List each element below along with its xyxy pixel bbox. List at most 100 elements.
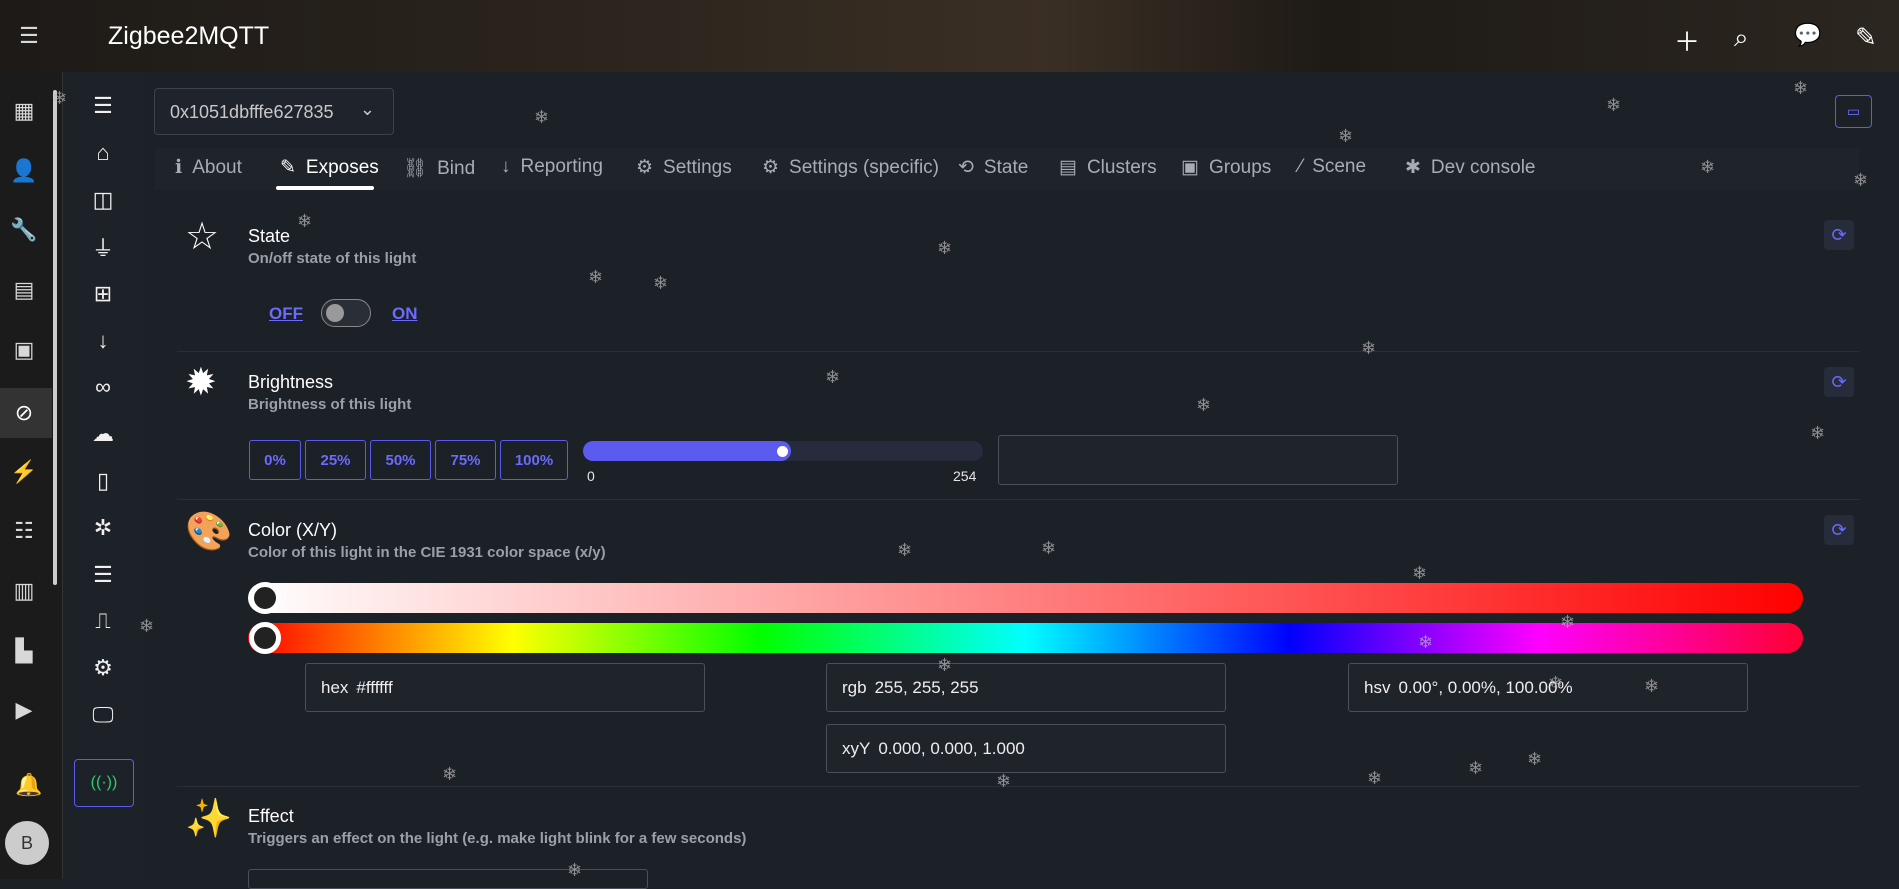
brightness-input[interactable] (998, 435, 1398, 485)
device-select[interactable]: 0x1051dbfffe627835 ⌄ (154, 88, 394, 135)
card-title: Brightness (248, 372, 334, 392)
snowflake-icon: ❄ (588, 267, 604, 287)
slider-max-label: 254 (953, 468, 977, 484)
tab-groups[interactable]: ▣ Groups (1181, 156, 1271, 179)
hacs-icon[interactable]: ▙ (10, 637, 38, 665)
person-icon[interactable]: 👤 (10, 157, 38, 185)
effect-select[interactable] (248, 869, 648, 889)
tab-label: About (192, 157, 242, 178)
tab-bind[interactable]: ⛓ Bind (403, 156, 475, 180)
snowflake-icon: ❄ (937, 238, 953, 258)
memory-icon[interactable]: ▤ (10, 276, 38, 304)
slider-min-label: 0 (587, 468, 595, 484)
snowflake-icon: ❄ (1606, 95, 1622, 115)
snowflake-icon: ❄ (139, 616, 155, 636)
cogs-icon[interactable]: ⚙ (88, 653, 118, 683)
bug-icon: ✱ (1405, 157, 1421, 178)
card-title: Color (X/Y) (248, 520, 338, 540)
xyy-input[interactable]: xyY 0.000, 0.000, 1.000 (826, 724, 1226, 773)
tab-label: Exposes (305, 157, 379, 178)
chevron-down-icon: ⌄ (359, 99, 375, 119)
brightness-preset-button[interactable]: 25% (305, 440, 366, 480)
hex-input[interactable]: hex #ffffff (305, 663, 705, 712)
snowflake-icon: ❄ (1810, 423, 1826, 443)
tab-label: Settings (specific) (789, 157, 939, 178)
bell-icon[interactable]: 🔔 (15, 771, 43, 799)
list-icon[interactable]: ☷ (10, 517, 38, 545)
magic-wand-icon: ✨ (185, 798, 233, 840)
active-tab-indicator (276, 186, 374, 190)
tab-state[interactable]: ⟲ State (958, 156, 1028, 179)
tab-reporting[interactable]: ↓ Reporting (501, 156, 603, 178)
card-description: Brightness of this light (248, 396, 412, 413)
dashboard-icon[interactable]: ◫ (88, 185, 118, 215)
home-icon[interactable]: ⌂ (88, 138, 118, 168)
tab-about[interactable]: ℹ About (175, 156, 242, 179)
state-card: ☆ State On/off state of this light ⟳ OFF… (177, 200, 1859, 352)
arrow-down-icon[interactable]: ↓ (88, 326, 118, 356)
card-description: Color of this light in the CIE 1931 colo… (248, 544, 606, 561)
cloud-upload-icon[interactable]: ☁ (88, 419, 118, 449)
plug-icon[interactable]: ⏚ (88, 232, 118, 262)
off-link[interactable]: OFF (269, 304, 303, 324)
tab-clusters[interactable]: ▤ Clusters (1059, 156, 1157, 179)
tab-settings[interactable]: ⚙ Settings (636, 156, 732, 179)
assist-chat-button[interactable]: 💬 (1794, 22, 1821, 48)
refresh-button[interactable]: ⟳ (1824, 220, 1854, 250)
star-icon: ☆ (185, 216, 220, 258)
palette-icon: 🎨 (185, 511, 233, 553)
snowflake-icon: ❄ (1700, 157, 1716, 177)
rgb-input[interactable]: rgb 255, 255, 255 (826, 663, 1226, 712)
brightness-icon: ✹ (185, 362, 217, 404)
waveform-icon[interactable]: ⎍ (88, 606, 118, 636)
vibrate-icon[interactable]: ▯ (88, 466, 118, 496)
page-title: Zigbee2MQTT (108, 22, 270, 50)
avatar[interactable]: B (5, 821, 49, 865)
sidebar-item-zigbee2mqtt[interactable]: ⊘ (0, 388, 52, 438)
inbox-button[interactable]: ▭ (1835, 95, 1872, 128)
on-link[interactable]: ON (392, 304, 418, 324)
refresh-button[interactable]: ⟳ (1824, 367, 1854, 397)
link-icon[interactable]: ∞ (88, 372, 118, 402)
add-button[interactable]: ＋ (1674, 22, 1700, 59)
tab-settings-specific[interactable]: ⚙ Settings (specific) (762, 156, 939, 179)
saturation-slider[interactable] (248, 582, 1803, 614)
state-toggle[interactable] (321, 299, 371, 327)
brightness-slider[interactable] (583, 441, 983, 461)
snowflake-icon: ❄ (1468, 758, 1484, 778)
link-icon: ⛓ (403, 158, 428, 179)
search-button[interactable]: ⌕ (1734, 22, 1749, 54)
grid-icon[interactable]: ⊞ (88, 279, 118, 309)
wrench-icon[interactable]: 🔧 (10, 216, 38, 244)
monitor-icon[interactable]: 🖵 (88, 700, 118, 730)
network-icon[interactable]: ✲ (88, 513, 118, 543)
connection-status-button[interactable]: ((·)) (74, 759, 134, 807)
sidebar-scrollbar[interactable] (53, 90, 57, 585)
list-icon[interactable]: ☰ (88, 560, 118, 590)
plug-icon[interactable]: ▣ (10, 336, 38, 364)
tab-dev-console[interactable]: ✱ Dev console (1405, 156, 1535, 179)
brightness-preset-button[interactable]: 0% (249, 440, 301, 480)
tab-exposes[interactable]: ✎ Exposes (280, 156, 379, 179)
hue-slider-thumb[interactable] (249, 622, 281, 654)
saturation-slider-thumb[interactable] (249, 582, 281, 614)
brightness-preset-button[interactable]: 75% (435, 440, 496, 480)
snowflake-icon: ❄ (52, 88, 68, 108)
card-description: On/off state of this light (248, 250, 417, 267)
snowflake-icon: ❄ (1527, 749, 1543, 769)
lightning-icon[interactable]: ⚡ (10, 458, 38, 486)
edit-button[interactable]: ✎ (1855, 22, 1877, 53)
refresh-button[interactable]: ⟳ (1824, 515, 1854, 545)
dashboard-icon[interactable]: ▦ (10, 97, 38, 125)
tab-label: Reporting (520, 156, 603, 177)
menu-icon[interactable]: ☰ (15, 22, 43, 50)
media-icon[interactable]: ▶ (10, 696, 38, 724)
chart-icon[interactable]: ▥ (10, 577, 38, 605)
menu-icon[interactable]: ☰ (88, 91, 118, 121)
tab-label: Dev console (1430, 157, 1536, 178)
brightness-preset-button[interactable]: 100% (500, 440, 568, 480)
snowflake-icon: ❄ (897, 540, 913, 560)
brightness-slider-thumb[interactable] (777, 446, 788, 457)
brightness-preset-button[interactable]: 50% (370, 440, 431, 480)
tab-scene[interactable]: ⁄ Scene (1299, 156, 1366, 178)
